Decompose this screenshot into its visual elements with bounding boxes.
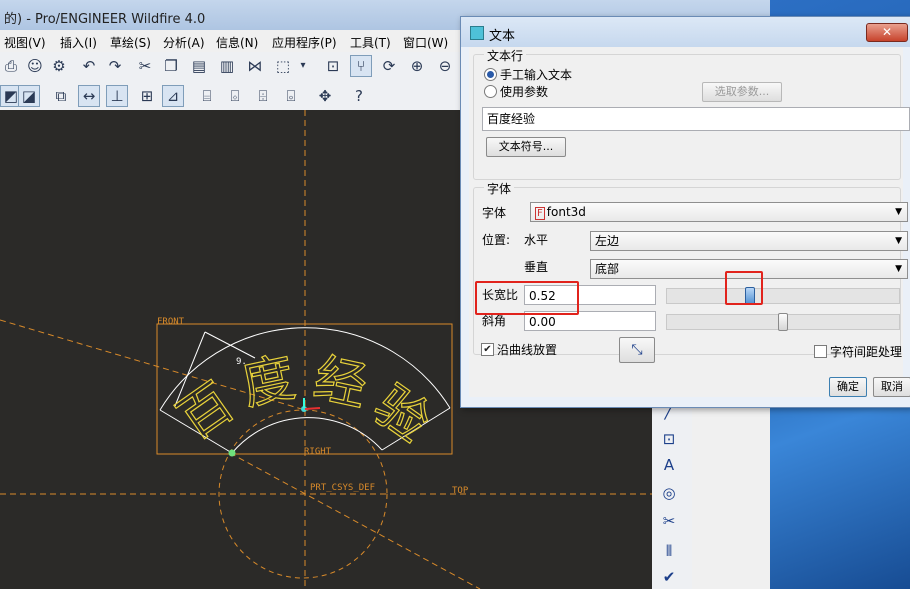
dialog-body: 文本行 手工输入文本 使用参数 选取参数... 百度经验 文本符号... 字体 … (469, 47, 910, 397)
datum-point-icon[interactable]: ⌹ (252, 85, 274, 107)
kerning-checkbox[interactable] (814, 345, 827, 358)
slant-slider[interactable] (666, 313, 900, 331)
paste-icon[interactable]: ▤ (188, 55, 210, 77)
highlight-aspect-input (475, 281, 579, 315)
menu-info[interactable]: 信息(N) (216, 34, 258, 51)
horizontal-select-value: 左边 (595, 234, 620, 248)
select-param-button[interactable]: 选取参数... (702, 82, 782, 102)
cancel-button[interactable]: 取消 (873, 377, 910, 397)
csys-label: PRT_CSYS_DEF (310, 483, 375, 493)
context-help-icon[interactable]: ? (348, 85, 370, 107)
vertex-display-icon[interactable]: ⊿ (162, 85, 184, 107)
radio-manual-label: 手工输入文本 (500, 68, 573, 82)
text-input[interactable]: 百度经验 (482, 107, 910, 131)
text-tool-icon[interactable]: A (656, 453, 682, 477)
dialog-title-bar: 文本 ✕ (461, 17, 910, 47)
csys-icon[interactable]: ⌻ (280, 85, 302, 107)
menu-analysis[interactable]: 分析(A) (163, 34, 205, 51)
menu-sketch[interactable]: 草绘(S) (110, 34, 151, 51)
copy-icon[interactable]: ❐ (160, 55, 182, 77)
palette-shapes-icon[interactable]: ◎ (656, 481, 682, 505)
datum-plane-icon[interactable]: ⌸ (196, 85, 218, 107)
zoom-out-icon[interactable]: ⊖ (434, 55, 456, 77)
branch-icon[interactable]: ⑂ (350, 55, 372, 77)
dialog-icon (470, 26, 484, 40)
window-title: 的) - Pro/ENGINEER Wildfire 4.0 (4, 12, 206, 27)
vertical-select-value: 底部 (595, 262, 620, 276)
horizontal-label: 水平 (524, 233, 549, 247)
font-group: 字体 字体 Ffont3d ▼ 位置: 水平 左边 ▼ 垂直 底部 ▼ 长宽比 … (473, 180, 908, 355)
done-check-icon[interactable]: ✔ (656, 565, 682, 589)
aspect-slider[interactable] (666, 287, 900, 305)
menu-window[interactable]: 窗口(W) (403, 34, 448, 51)
font-select-value: font3d (546, 205, 586, 219)
menu-applications[interactable]: 应用程序(P) (272, 34, 337, 51)
dialog-title: 文本 (489, 29, 516, 44)
place-on-curve-checkbox[interactable]: ✔ (481, 343, 494, 356)
start-point[interactable] (228, 449, 236, 457)
cut-icon[interactable]: ✂ (134, 55, 156, 77)
arc-text-glyph-3: 经 (309, 348, 372, 418)
regenerate-icon[interactable]: ⟳ (378, 55, 400, 77)
position-label: 位置: (482, 233, 511, 247)
sketch-view-icon[interactable]: ⊡ (322, 55, 344, 77)
horizontal-select[interactable]: 左边 ▼ (590, 231, 908, 251)
ok-button[interactable]: 确定 (829, 377, 867, 397)
mirror-icon[interactable]: ⋈ (244, 55, 266, 77)
paste-special-icon[interactable]: ▥ (216, 55, 238, 77)
menu-view[interactable]: 视图(V) (4, 34, 46, 51)
palette-tool-icon[interactable]: ⊡ (656, 427, 682, 451)
arc-text-glyph-2: 度 (237, 348, 300, 418)
text-line-group-title: 文本行 (484, 47, 527, 64)
chevron-down-icon[interactable]: ▾ (296, 55, 310, 77)
text-dialog: 文本 ✕ 文本行 手工输入文本 使用参数 选取参数... 百度经验 文本符号..… (460, 16, 910, 408)
font-label: 字体 (482, 206, 507, 220)
kerning-label: 字符间距处理 (830, 345, 903, 359)
print-icon[interactable]: ⎙ (0, 55, 22, 77)
side-panel (692, 395, 770, 589)
slant-slider-thumb[interactable] (778, 313, 788, 331)
trim-tool-icon[interactable]: ✂ (656, 509, 682, 533)
layer-icon[interactable]: ⧉ (50, 85, 72, 107)
chevron-down-icon: ▼ (895, 236, 902, 246)
highlight-aspect-slider (725, 271, 763, 305)
datum-axis-icon[interactable]: ⌺ (224, 85, 246, 107)
zoom-in-icon[interactable]: ⊕ (406, 55, 428, 77)
front-label: FRONT (157, 317, 185, 327)
constraint-display-icon[interactable]: ◪ (18, 85, 40, 107)
font-group-title: 字体 (484, 180, 515, 197)
construction-line-lower (229, 452, 481, 589)
spin-center-icon[interactable]: ✥ (314, 85, 336, 107)
menu-insert[interactable]: 插入(I) (60, 34, 97, 51)
top-label: TOP (452, 486, 469, 496)
font-select[interactable]: Ffont3d ▼ (530, 202, 908, 222)
grid-icon[interactable]: ⊞ (136, 85, 158, 107)
right-label: RIGHT (304, 447, 332, 457)
vertical-label: 垂直 (524, 260, 549, 274)
text-line-group: 文本行 手工输入文本 使用参数 选取参数... 百度经验 文本符号... (473, 47, 910, 180)
chevron-down-icon: ▼ (895, 264, 902, 274)
radio-manual[interactable] (484, 68, 497, 81)
dimension-display-icon[interactable]: ↔ (78, 85, 100, 107)
flip-direction-icon[interactable]: ⤡ (619, 337, 655, 363)
sketch-tool-strip: ╱ ⊡ A ◎ ✂ ⫴ ✔ (652, 395, 692, 589)
mirror-tool-icon[interactable]: ⫴ (656, 539, 682, 563)
radio-param-label: 使用参数 (500, 85, 549, 99)
user-icon[interactable]: ☺ (24, 55, 46, 77)
redo-icon[interactable]: ↷ (104, 55, 126, 77)
text-symbol-button[interactable]: 文本符号... (486, 137, 566, 157)
dimension-arrow-line (204, 331, 256, 359)
chevron-down-icon: ▼ (895, 207, 902, 217)
constraint-icon[interactable]: ⊥ (106, 85, 128, 107)
menu-tools[interactable]: 工具(T) (350, 34, 391, 51)
place-on-curve-label: 沿曲线放置 (497, 343, 558, 357)
settings-icon[interactable]: ⚙ (48, 55, 70, 77)
font-type-icon: F (535, 207, 545, 220)
close-button[interactable]: ✕ (866, 23, 908, 42)
select-box-icon[interactable]: ⬚ (272, 55, 294, 77)
radio-param[interactable] (484, 85, 497, 98)
undo-icon[interactable]: ↶ (78, 55, 100, 77)
